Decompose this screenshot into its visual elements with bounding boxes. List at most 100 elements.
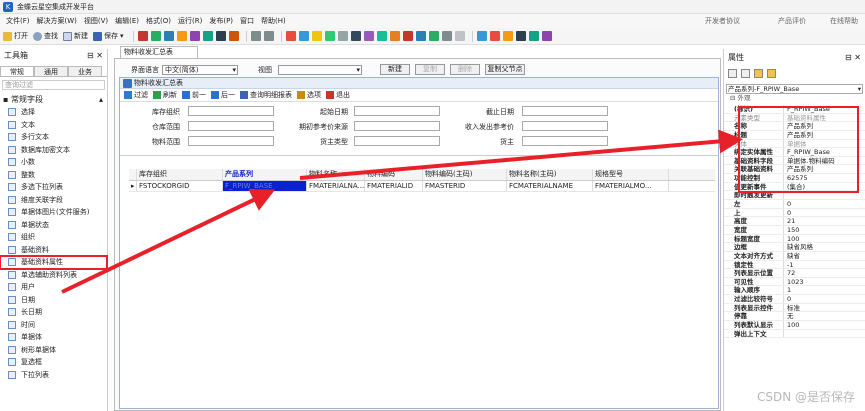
- layout-icon[interactable]: [515, 31, 526, 41]
- tab-general[interactable]: 常规: [0, 66, 34, 76]
- property-row[interactable]: 上0: [724, 208, 865, 218]
- grid-cell[interactable]: FMATERIALNA...: [307, 181, 365, 191]
- menu-item[interactable]: 帮助(H): [261, 16, 286, 26]
- menu-item[interactable]: 文件(F): [6, 16, 30, 26]
- toolbox-item[interactable]: 组织: [0, 231, 107, 244]
- property-value[interactable]: 缺省风格: [784, 243, 864, 251]
- tool-icon[interactable]: [137, 31, 148, 41]
- filter-input[interactable]: [188, 106, 274, 116]
- toolbox-item[interactable]: 基础资料: [0, 244, 107, 257]
- align-icon[interactable]: [428, 31, 439, 41]
- property-row[interactable]: 文本对齐方式 缺省: [724, 251, 865, 261]
- tool-icon[interactable]: [228, 31, 239, 41]
- tab-common[interactable]: 通用: [34, 66, 68, 76]
- filter-input[interactable]: [354, 121, 440, 131]
- filter-input[interactable]: [188, 136, 274, 146]
- tool-icon[interactable]: [215, 31, 226, 41]
- tab-business[interactable]: 业务: [68, 66, 102, 76]
- form-toolbar-button[interactable]: 退出: [326, 90, 350, 100]
- tool-icon[interactable]: [189, 31, 200, 41]
- tool-icon[interactable]: [163, 31, 174, 41]
- toolbox-item[interactable]: 日期: [0, 294, 107, 307]
- tool-icon[interactable]: [150, 31, 161, 41]
- layout-icon[interactable]: [476, 31, 487, 41]
- column-header[interactable]: 物料编码: [365, 169, 423, 180]
- align-icon[interactable]: [389, 31, 400, 41]
- menu-item[interactable]: 运行(R): [178, 16, 202, 26]
- filter-input[interactable]: [354, 136, 440, 146]
- form-toolbar-button[interactable]: 后一: [211, 90, 235, 100]
- alphabetical-icon[interactable]: [741, 69, 750, 78]
- property-value[interactable]: 150: [784, 226, 864, 234]
- menu-item[interactable]: 编辑(E): [115, 16, 139, 26]
- grid-cell[interactable]: FMASTERID: [423, 181, 507, 191]
- filter-input[interactable]: [354, 106, 440, 116]
- menu-right-item[interactable]: 在线帮助: [830, 14, 858, 28]
- toolbox-item[interactable]: 小数: [0, 156, 107, 169]
- property-row[interactable]: 输入顺序 1: [724, 286, 865, 296]
- toolbox-search-input[interactable]: 查询过滤: [2, 80, 105, 90]
- property-value[interactable]: 0: [784, 200, 864, 208]
- toolbox-item[interactable]: 数据库加密文本: [0, 144, 107, 157]
- open-button[interactable]: 打开: [3, 31, 28, 41]
- cut-icon[interactable]: [285, 31, 296, 41]
- property-row[interactable]: 锁定性 -1: [724, 260, 865, 270]
- table-row[interactable]: ▸ FSTOCKORGID F_RPIW_BASE FMATERIALNA... FMA…: [129, 181, 715, 192]
- menu-right-item[interactable]: 产品评价: [778, 14, 806, 28]
- menu-item[interactable]: 视图(V): [84, 16, 108, 26]
- align-icon[interactable]: [454, 31, 465, 41]
- column-header[interactable]: 物料编码(主码): [423, 169, 507, 180]
- toolbox-item[interactable]: 多选下拉列表: [0, 181, 107, 194]
- pin-icon[interactable]: ⊟ ✕: [87, 51, 103, 60]
- property-object-select[interactable]: 产品系列-F_RPIW_Base: [726, 84, 863, 94]
- property-value[interactable]: 1023: [784, 278, 864, 286]
- property-row[interactable]: 宽度 150: [724, 225, 865, 235]
- align-icon[interactable]: [402, 31, 413, 41]
- toolbox-group-header[interactable]: ▪ 常规字段 ▴: [0, 93, 107, 106]
- property-value[interactable]: -1: [784, 261, 864, 269]
- menu-item[interactable]: 窗口: [240, 16, 254, 26]
- find-button[interactable]: 查找: [33, 31, 58, 41]
- save-button[interactable]: 保存 ▾: [93, 31, 124, 41]
- filter-input[interactable]: [188, 121, 274, 131]
- property-category[interactable]: ⊟ 外观: [724, 94, 865, 103]
- property-row[interactable]: 列表显示位置 72: [724, 269, 865, 278]
- toolbox-item[interactable]: 单据体: [0, 331, 107, 344]
- property-value[interactable]: [784, 330, 864, 338]
- align-icon[interactable]: [441, 31, 452, 41]
- view-select[interactable]: [278, 64, 362, 75]
- properties-icon[interactable]: [754, 69, 763, 78]
- property-row[interactable]: 边框 缺省风格: [724, 243, 865, 252]
- copy-view-button[interactable]: 复制: [415, 64, 445, 75]
- layout-icon[interactable]: [528, 31, 539, 41]
- pin-icon[interactable]: ⊟ ✕: [845, 53, 861, 62]
- form-toolbar-button[interactable]: 过滤: [124, 90, 148, 100]
- layout-icon[interactable]: [489, 31, 500, 41]
- column-header[interactable]: 物料名称(主码): [507, 169, 593, 180]
- property-row[interactable]: 停靠无: [724, 312, 865, 322]
- grid-cell[interactable]: FMATERIALID: [365, 181, 423, 191]
- menu-right-item[interactable]: 开发者协议: [705, 14, 740, 28]
- undo-icon[interactable]: [250, 31, 261, 41]
- toolbox-item[interactable]: 长日期: [0, 306, 107, 319]
- filter-input[interactable]: [522, 121, 608, 131]
- menu-item[interactable]: 发布(P): [209, 16, 233, 26]
- toolbox-item[interactable]: 选择: [0, 106, 107, 119]
- toolbox-item[interactable]: 时间: [0, 319, 107, 332]
- menu-item[interactable]: 格式(O): [146, 16, 171, 26]
- toolbox-item[interactable]: 多行文本: [0, 131, 107, 144]
- tool-icon[interactable]: [202, 31, 213, 41]
- property-value[interactable]: 缺省: [784, 252, 864, 260]
- align-icon[interactable]: [376, 31, 387, 41]
- property-value[interactable]: 100: [784, 235, 864, 243]
- categorized-icon[interactable]: [728, 69, 737, 78]
- align-icon[interactable]: [324, 31, 335, 41]
- property-row[interactable]: 高度 21: [724, 217, 865, 226]
- column-header[interactable]: 物料名称: [307, 169, 365, 180]
- grid-cell[interactable]: FMATERIALMO...: [593, 181, 669, 191]
- new-button[interactable]: 新建: [63, 31, 88, 41]
- toolbox-item[interactable]: 单据状态: [0, 219, 107, 232]
- paste-icon[interactable]: [311, 31, 322, 41]
- copy-icon[interactable]: [298, 31, 309, 41]
- align-icon[interactable]: [350, 31, 361, 41]
